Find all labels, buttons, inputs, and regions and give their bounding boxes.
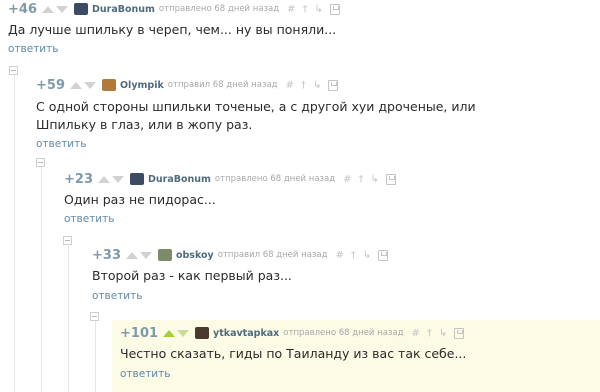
pin-icon[interactable]: † xyxy=(303,4,308,15)
parent-link-icon[interactable]: ↳ xyxy=(363,250,371,261)
save-icon[interactable] xyxy=(454,327,465,339)
comment-author[interactable]: Olympik xyxy=(120,80,164,91)
comment-tools: # † ↳ xyxy=(343,173,396,185)
avatar[interactable] xyxy=(101,79,116,91)
comment-rating: +59 xyxy=(36,77,65,93)
parent-link-icon[interactable]: ↳ xyxy=(439,328,447,339)
pin-icon[interactable]: † xyxy=(359,174,364,185)
comment-header: +33 obskoy отправил 68 дней назад # † ↳ xyxy=(92,246,389,264)
comment-text-line-1: С одной стороны шпильки точеные, а с дру… xyxy=(36,99,476,114)
vote-up-icon[interactable] xyxy=(41,5,54,13)
comment-tools: # † ↳ xyxy=(412,327,465,339)
comment-meta[interactable]: отправлено 68 дней назад xyxy=(159,4,279,14)
save-icon[interactable] xyxy=(385,173,396,185)
pin-icon[interactable]: † xyxy=(427,328,432,339)
hash-icon[interactable]: # xyxy=(412,328,420,339)
comment-text: Второй раз - как первый раз... xyxy=(92,268,292,283)
reply-link[interactable]: ответить xyxy=(64,213,114,225)
comment-header: +46 DuraBonum отправлено 68 дней назад #… xyxy=(8,0,340,18)
vote-down-icon[interactable] xyxy=(83,81,96,89)
pin-icon[interactable]: † xyxy=(301,80,306,91)
comment-rating: +46 xyxy=(8,1,37,17)
hash-icon[interactable]: # xyxy=(336,250,344,261)
comment-rating: +23 xyxy=(64,171,93,187)
comment-text: Честно сказать, гиды по Таиланду из вас … xyxy=(120,346,467,361)
hash-icon[interactable]: # xyxy=(287,4,295,15)
comment-tools: # † ↳ xyxy=(287,3,340,15)
comment-header: +59 Olympik отправил 68 дней назад # † ↳ xyxy=(36,76,339,94)
thread-line xyxy=(41,163,42,392)
comment-meta[interactable]: отправлено 68 дней назад xyxy=(215,174,335,184)
comment-meta[interactable]: отправил 68 дней назад xyxy=(218,250,328,260)
comment-header: +101 ytkavtapkax отправлено 68 дней наза… xyxy=(120,324,465,342)
parent-link-icon[interactable]: ↳ xyxy=(315,4,323,15)
vote-down-icon[interactable] xyxy=(139,251,152,259)
comment-meta[interactable]: отправлено 68 дней назад xyxy=(283,328,403,338)
save-icon[interactable] xyxy=(328,79,339,91)
save-icon[interactable] xyxy=(329,3,340,15)
reply-link[interactable]: ответить xyxy=(120,368,170,380)
comment-text-line-2: Шпильку в глаз, или в жопу раз. xyxy=(36,117,253,132)
vote-up-icon[interactable] xyxy=(97,175,110,183)
comment-rating: +101 xyxy=(120,325,159,341)
parent-link-icon[interactable]: ↳ xyxy=(371,174,379,185)
comment-header: +23 DuraBonum отправлено 68 дней назад #… xyxy=(64,170,396,188)
vote-up-icon[interactable] xyxy=(163,329,176,337)
comment-tools: # † ↳ xyxy=(336,249,389,261)
vote-down-icon[interactable] xyxy=(111,175,124,183)
collapse-toggle[interactable] xyxy=(36,158,45,167)
reply-link[interactable]: ответить xyxy=(92,290,142,302)
vote-down-icon[interactable] xyxy=(177,329,190,337)
parent-link-icon[interactable]: ↳ xyxy=(313,80,321,91)
comment-meta[interactable]: отправил 68 дней назад xyxy=(168,80,278,90)
comment-author[interactable]: ytkavtapkax xyxy=(213,328,279,339)
vote-up-icon[interactable] xyxy=(69,81,82,89)
thread-line xyxy=(95,318,96,392)
hash-icon[interactable]: # xyxy=(286,80,294,91)
avatar[interactable] xyxy=(157,249,172,261)
avatar[interactable] xyxy=(73,3,88,15)
comment-author[interactable]: DuraBonum xyxy=(148,174,211,185)
comment-rating: +33 xyxy=(92,247,121,263)
comment-tools: # † ↳ xyxy=(286,79,339,91)
avatar[interactable] xyxy=(195,327,210,339)
reply-link[interactable]: ответить xyxy=(8,43,58,55)
reply-link[interactable]: ответить xyxy=(36,138,86,150)
comment-author[interactable]: obskoy xyxy=(176,250,214,261)
thread-line xyxy=(68,241,69,392)
thread-line xyxy=(14,70,15,392)
vote-down-icon[interactable] xyxy=(55,5,68,13)
comment-text: Да лучше шпильку в череп, чем... ну вы п… xyxy=(8,22,337,37)
vote-up-icon[interactable] xyxy=(125,251,138,259)
comment-author[interactable]: DuraBonum xyxy=(92,4,155,15)
avatar[interactable] xyxy=(129,173,144,185)
collapse-toggle[interactable] xyxy=(9,66,18,75)
pin-icon[interactable]: † xyxy=(351,250,356,261)
collapse-toggle[interactable] xyxy=(63,236,72,245)
hash-icon[interactable]: # xyxy=(343,174,351,185)
comment-text: Один раз не пидорас... xyxy=(64,192,216,207)
collapse-toggle[interactable] xyxy=(90,312,99,321)
save-icon[interactable] xyxy=(378,249,389,261)
